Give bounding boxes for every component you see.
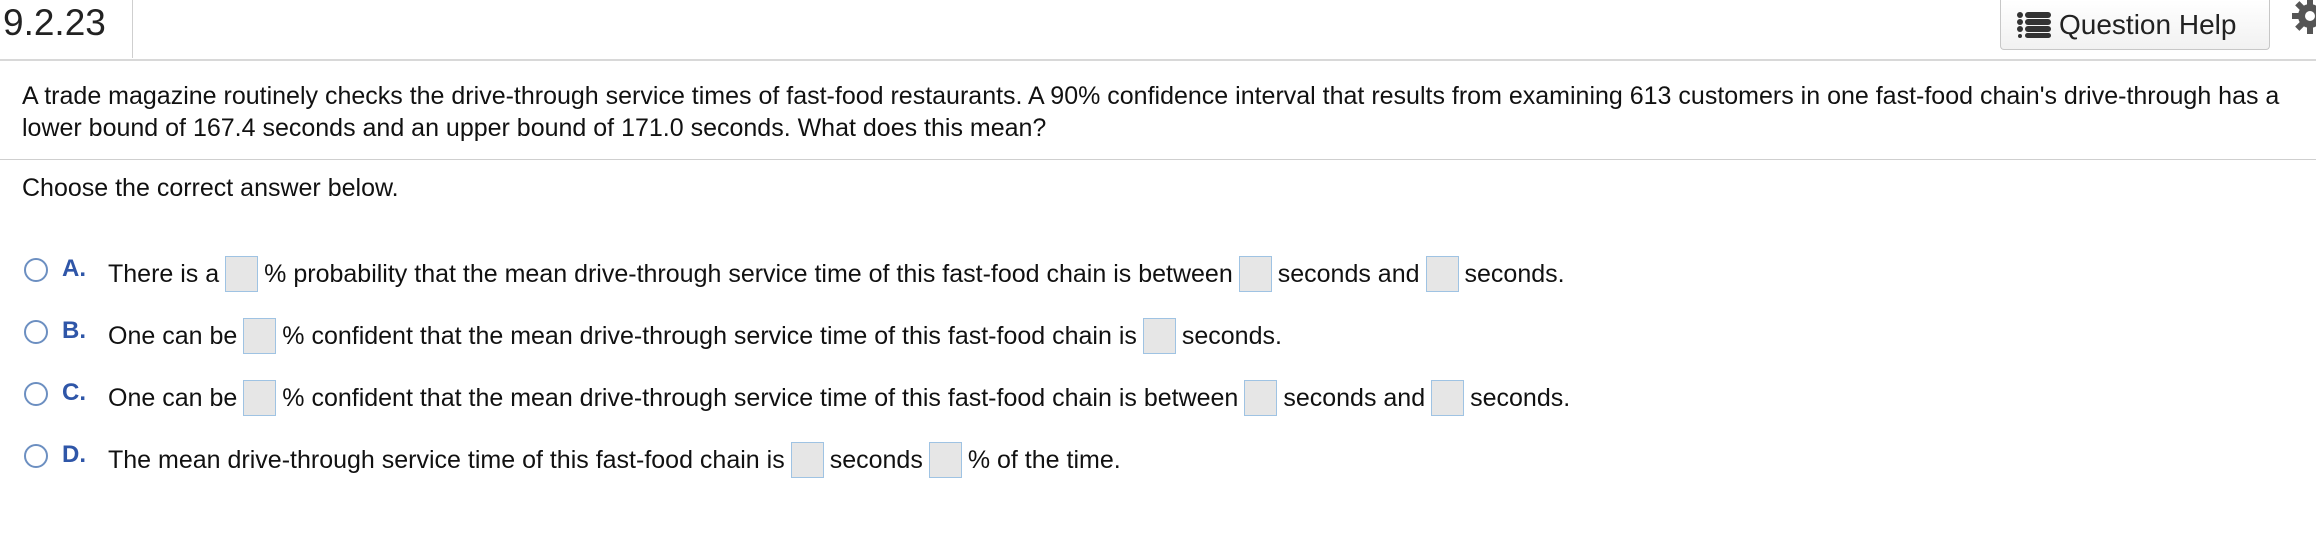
option-c-text-1: One can be	[108, 383, 238, 412]
option-a-lower-input[interactable]	[1238, 256, 1272, 292]
option-b-radio[interactable]	[24, 320, 48, 344]
answer-prompt: Choose the correct answer below.	[22, 174, 399, 202]
option-c-lower-input[interactable]	[1244, 380, 1278, 416]
gear-icon[interactable]	[2288, 0, 2316, 36]
option-c-text-2: % confident that the mean drive-through …	[282, 383, 1239, 412]
question-help-button[interactable]: Question Help	[2000, 0, 2270, 50]
option-b-percent-input[interactable]	[243, 318, 277, 354]
option-a-text-3: seconds and	[1277, 259, 1420, 288]
option-d-seconds-input[interactable]	[790, 442, 824, 478]
option-d-text-2: seconds	[829, 445, 923, 474]
option-d-percent-input[interactable]	[928, 442, 962, 478]
option-b-text-2: % confident that the mean drive-through …	[282, 321, 1137, 350]
option-a-upper-input[interactable]	[1425, 256, 1459, 292]
option-c[interactable]: C. One can be % confident that the mean …	[24, 378, 1570, 418]
option-c-percent-input[interactable]	[243, 380, 277, 416]
option-a-text-1: There is a	[108, 259, 220, 288]
option-c-letter: C.	[62, 379, 86, 406]
option-b-letter: B.	[62, 317, 86, 344]
question-text: A trade magazine routinely checks the dr…	[22, 82, 2280, 142]
header-divider	[0, 59, 2316, 61]
option-d-text-3: % of the time.	[967, 445, 1121, 474]
option-b[interactable]: B. One can be % confident that the mean …	[24, 316, 1282, 356]
option-d-letter: D.	[62, 441, 86, 468]
option-c-text-3: seconds and	[1283, 383, 1426, 412]
question-divider	[0, 159, 2316, 160]
option-b-seconds-input[interactable]	[1142, 318, 1176, 354]
option-a-text-2: % probability that the mean drive-throug…	[264, 259, 1233, 288]
option-c-upper-input[interactable]	[1431, 380, 1465, 416]
option-b-text-1: One can be	[108, 321, 238, 350]
option-d[interactable]: D. The mean drive-through service time o…	[24, 440, 1121, 480]
question-number: 9.2.23	[0, 0, 133, 58]
option-c-radio[interactable]	[24, 382, 48, 406]
option-a-percent-input[interactable]	[225, 256, 259, 292]
option-d-text-1: The mean drive-through service time of t…	[108, 445, 785, 474]
option-a-text-4: seconds.	[1464, 259, 1565, 288]
top-bar: 9.2.23 Question Help	[0, 0, 2316, 59]
question-help-label: Question Help	[2059, 8, 2237, 40]
option-a-radio[interactable]	[24, 258, 48, 282]
option-a-letter: A.	[62, 255, 86, 282]
option-c-text-4: seconds.	[1470, 383, 1571, 412]
option-b-text-3: seconds.	[1181, 321, 1282, 350]
option-a[interactable]: A. There is a % probability that the mea…	[24, 254, 1565, 294]
list-icon	[2017, 11, 2051, 38]
option-d-radio[interactable]	[24, 444, 48, 468]
